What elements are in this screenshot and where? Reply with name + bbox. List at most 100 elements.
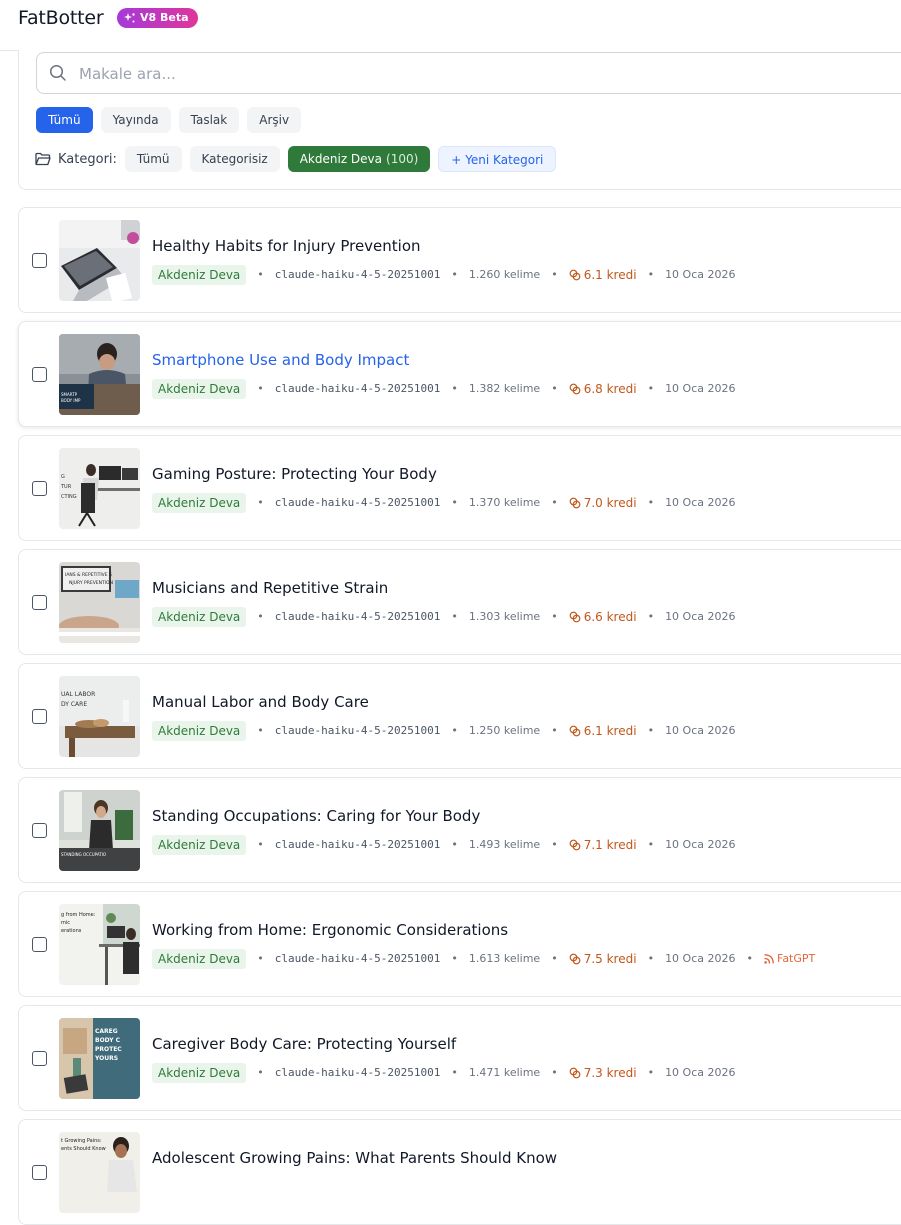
brand-logo[interactable]: FatBotter (18, 7, 104, 29)
separator: • (451, 838, 458, 851)
article-row[interactable]: IANS & REPETITIVE S NJURY PREVENTION Musi… (18, 549, 901, 655)
svg-text:PROTEC: PROTEC (95, 1046, 122, 1053)
coins-icon (569, 611, 581, 622)
search-input[interactable] (77, 53, 881, 95)
category-tag[interactable]: Akdeniz Deva (152, 834, 247, 855)
credit-value: 7.0 kredi (583, 495, 637, 510)
article-date: 10 Oca 2026 (665, 610, 736, 623)
article-row[interactable]: STANDING OCCUPATIO Standing Occupations:… (18, 777, 901, 883)
category-uncategorized-button[interactable]: Kategorisiz (189, 146, 280, 172)
separator: • (647, 952, 655, 965)
article-thumbnail[interactable]: SMARTP BODY IMP (59, 334, 140, 415)
article-row[interactable]: UAL LABOR DY CARE Manual Labor and Body C… (18, 663, 901, 769)
article-meta: Akdeniz Deva • claude-haiku-4-5-20251001… (152, 1062, 736, 1083)
article-title[interactable]: Adolescent Growing Pains: What Parents S… (152, 1149, 557, 1167)
category-tag[interactable]: Akdeniz Deva (152, 720, 247, 741)
new-category-button[interactable]: + Yeni Kategori (438, 146, 557, 172)
article-row[interactable]: CAREG BODY C PROTEC YOURS Caregiver Body Ca… (18, 1005, 901, 1111)
svg-text:IANS & REPETITIVE S: IANS & REPETITIVE S (65, 572, 112, 578)
svg-text:DY CARE: DY CARE (61, 701, 87, 708)
article-meta: Akdeniz Deva • claude-haiku-4-5-20251001… (152, 948, 815, 969)
search-box[interactable] (36, 52, 901, 95)
article-thumbnail[interactable]: IANS & REPETITIVE S NJURY PREVENTION (59, 562, 140, 643)
article-thumbnail[interactable]: t Growing Pains: ents Should Know (59, 1132, 140, 1213)
article-row[interactable]: G TUR CTING Gaming Posture: Protecting You… (18, 435, 901, 541)
model-name: claude-haiku-4-5-20251001 (274, 952, 441, 965)
coins-icon (569, 725, 581, 736)
tab-draft[interactable]: Taslak (178, 107, 240, 133)
article-thumbnail[interactable] (59, 220, 140, 301)
tab-all[interactable]: Tümü (36, 107, 93, 133)
article-date: 10 Oca 2026 (665, 838, 736, 851)
top-bar: FatBotter V8 Beta (0, 0, 901, 51)
svg-text:BODY IMP: BODY IMP (61, 398, 81, 403)
article-title[interactable]: Gaming Posture: Protecting Your Body (152, 465, 437, 483)
article-title[interactable]: Healthy Habits for Injury Prevention (152, 237, 421, 255)
coins-icon (569, 269, 581, 280)
coins-icon (569, 953, 581, 964)
article-title[interactable]: Working from Home: Ergonomic Considerati… (152, 921, 508, 939)
category-all-button[interactable]: Tümü (124, 146, 182, 172)
category-tag[interactable]: Akdeniz Deva (152, 948, 247, 969)
row-checkbox[interactable] (32, 1051, 47, 1066)
row-checkbox[interactable] (32, 1165, 47, 1180)
article-row[interactable]: SMARTP BODY IMP Smartphone Use and Body I… (18, 321, 901, 427)
row-checkbox[interactable] (32, 253, 47, 268)
article-meta: Akdeniz Deva • claude-haiku-4-5-20251001… (152, 492, 736, 513)
article-title[interactable]: Standing Occupations: Caring for Your Bo… (152, 807, 480, 825)
article-row[interactable]: g from Home: mic erations Working from Hom… (18, 891, 901, 997)
credit-cost: 6.1 kredi (569, 268, 637, 282)
article-title[interactable]: Manual Labor and Body Care (152, 693, 369, 711)
row-checkbox[interactable] (32, 937, 47, 952)
article-meta: Akdeniz Deva • claude-haiku-4-5-20251001… (152, 720, 736, 741)
separator: • (451, 382, 458, 395)
row-checkbox[interactable] (32, 367, 47, 382)
separator: • (257, 268, 264, 281)
svg-text:G: G (61, 474, 65, 480)
article-date: 10 Oca 2026 (665, 724, 736, 737)
credit-value: 6.1 kredi (583, 267, 637, 282)
separator: • (647, 382, 655, 395)
article-thumbnail[interactable]: CAREG BODY C PROTEC YOURS (59, 1018, 140, 1099)
article-row[interactable]: Healthy Habits for Injury Prevention Akd… (18, 207, 901, 313)
category-tag[interactable]: Akdeniz Deva (152, 492, 247, 513)
credit-cost: 7.5 kredi (569, 952, 637, 966)
article-date: 10 Oca 2026 (665, 268, 736, 281)
article-title[interactable]: Smartphone Use and Body Impact (152, 351, 409, 369)
article-thumbnail[interactable]: G TUR CTING (59, 448, 140, 529)
credit-value: 6.8 kredi (583, 381, 637, 396)
svg-text:BODY C: BODY C (95, 1037, 121, 1044)
separator: • (551, 838, 558, 851)
svg-text:YOURS: YOURS (94, 1055, 118, 1062)
row-checkbox[interactable] (32, 709, 47, 724)
category-tag[interactable]: Akdeniz Deva (152, 1062, 247, 1083)
credit-value: 7.3 kredi (583, 1065, 637, 1080)
article-row[interactable]: t Growing Pains: ents Should Know Adolesc… (18, 1119, 901, 1225)
article-title[interactable]: Caregiver Body Care: Protecting Yourself (152, 1035, 456, 1053)
article-title[interactable]: Musicians and Repetitive Strain (152, 579, 388, 597)
category-tag[interactable]: Akdeniz Deva (152, 378, 247, 399)
article-thumbnail[interactable]: g from Home: mic erations (59, 904, 140, 985)
word-count: 1.471 kelime (468, 1066, 541, 1079)
separator: • (257, 610, 264, 623)
category-tag[interactable]: Akdeniz Deva (152, 606, 247, 627)
credit-value: 6.1 kredi (583, 723, 637, 738)
separator: • (551, 610, 558, 623)
separator: • (257, 952, 264, 965)
row-checkbox[interactable] (32, 823, 47, 838)
category-tag[interactable]: Akdeniz Deva (152, 264, 247, 285)
category-akdeniz-deva-button[interactable]: Akdeniz Deva (100) (287, 146, 431, 172)
row-checkbox[interactable] (32, 595, 47, 610)
article-thumbnail[interactable]: UAL LABOR DY CARE (59, 676, 140, 757)
article-thumbnail[interactable]: STANDING OCCUPATIO (59, 790, 140, 871)
tab-published[interactable]: Yayında (100, 107, 171, 133)
article-date: 10 Oca 2026 (665, 496, 736, 509)
svg-text:SMARTP: SMARTP (61, 392, 78, 397)
tab-archive[interactable]: Arşiv (247, 107, 302, 133)
svg-text:STANDING OCCUPATIO: STANDING OCCUPATIO (61, 852, 106, 857)
row-checkbox[interactable] (32, 481, 47, 496)
separator: • (647, 610, 655, 623)
credit-cost: 7.1 kredi (569, 838, 637, 852)
source-badge: FatGPT (764, 952, 815, 965)
word-count: 1.303 kelime (468, 610, 541, 623)
